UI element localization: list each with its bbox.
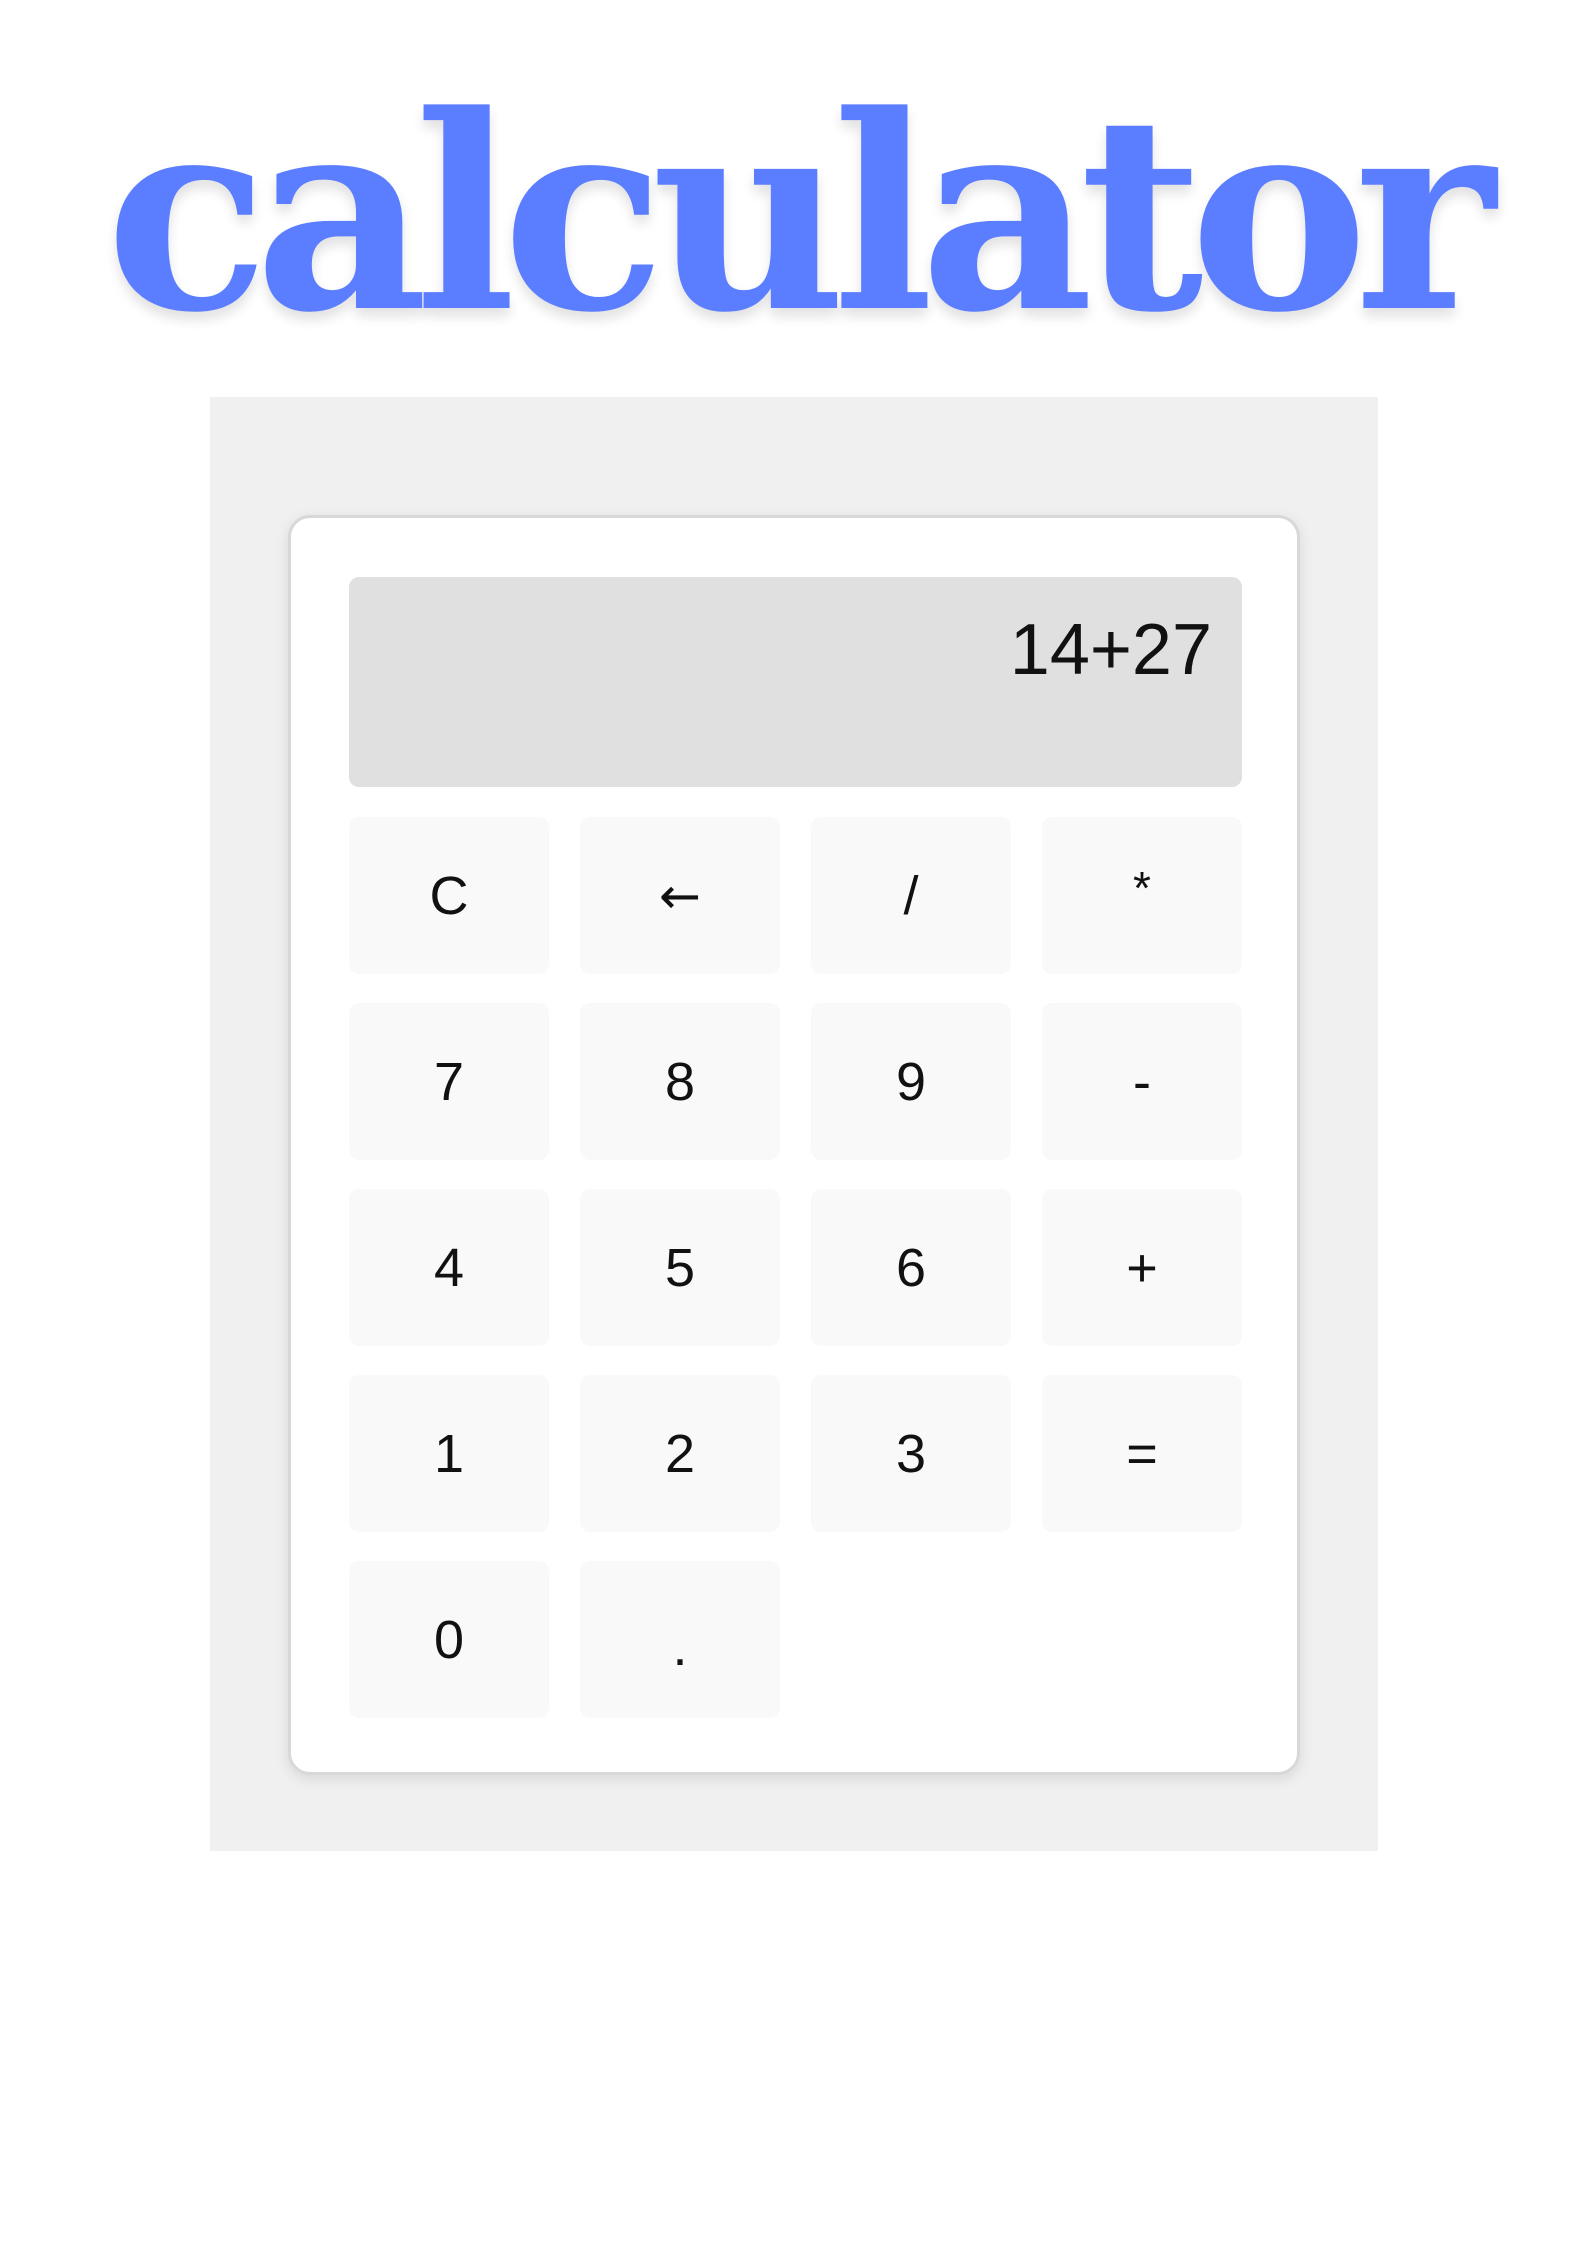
divide-key[interactable]: / xyxy=(811,817,1011,974)
calculator-stage: 14+27 C ← / * 7 8 9 - 4 5 6 + 1 2 3 = 0 … xyxy=(210,397,1378,1851)
page-title: calculator xyxy=(105,57,1496,372)
digit-7-key[interactable]: 7 xyxy=(349,1003,549,1160)
key-label: 2 xyxy=(664,1423,696,1484)
digit-2-key[interactable]: 2 xyxy=(580,1375,780,1532)
key-label: / xyxy=(903,865,919,926)
digit-3-key[interactable]: 3 xyxy=(811,1375,1011,1532)
equals-key[interactable]: = xyxy=(1042,1375,1242,1532)
digit-0-key[interactable]: 0 xyxy=(349,1561,549,1718)
digit-1-key[interactable]: 1 xyxy=(349,1375,549,1532)
digit-8-key[interactable]: 8 xyxy=(580,1003,780,1160)
clear-key[interactable]: C xyxy=(349,817,549,974)
calculator-display: 14+27 xyxy=(349,577,1242,787)
key-label: C xyxy=(429,865,469,926)
key-label: . xyxy=(672,1616,688,1677)
key-label: 5 xyxy=(664,1237,696,1298)
key-label: 8 xyxy=(664,1051,696,1112)
digit-9-key[interactable]: 9 xyxy=(811,1003,1011,1160)
key-label: 6 xyxy=(895,1237,927,1298)
backspace-key[interactable]: ← xyxy=(580,817,780,974)
key-label: 0 xyxy=(433,1609,465,1670)
key-label: + xyxy=(1126,1237,1158,1298)
digit-4-key[interactable]: 4 xyxy=(349,1189,549,1346)
backspace-arrow-icon: ← xyxy=(659,866,701,925)
calculator-panel: 14+27 C ← / * 7 8 9 - 4 5 6 + 1 2 3 = 0 … xyxy=(288,515,1300,1775)
key-label: 4 xyxy=(433,1237,465,1298)
key-label: 7 xyxy=(433,1051,465,1112)
key-label: - xyxy=(1133,1051,1151,1112)
key-label: = xyxy=(1126,1423,1158,1484)
key-label: 9 xyxy=(895,1051,927,1112)
digit-6-key[interactable]: 6 xyxy=(811,1189,1011,1346)
add-key[interactable]: + xyxy=(1042,1189,1242,1346)
digit-5-key[interactable]: 5 xyxy=(580,1189,780,1346)
keypad: C ← / * 7 8 9 - 4 5 6 + 1 2 3 = 0 . xyxy=(349,817,1242,1718)
key-label: 3 xyxy=(895,1423,927,1484)
key-label: * xyxy=(1133,861,1151,914)
multiply-key[interactable]: * xyxy=(1042,817,1242,974)
key-label: 1 xyxy=(433,1423,465,1484)
decimal-point-key[interactable]: . xyxy=(580,1561,780,1718)
subtract-key[interactable]: - xyxy=(1042,1003,1242,1160)
